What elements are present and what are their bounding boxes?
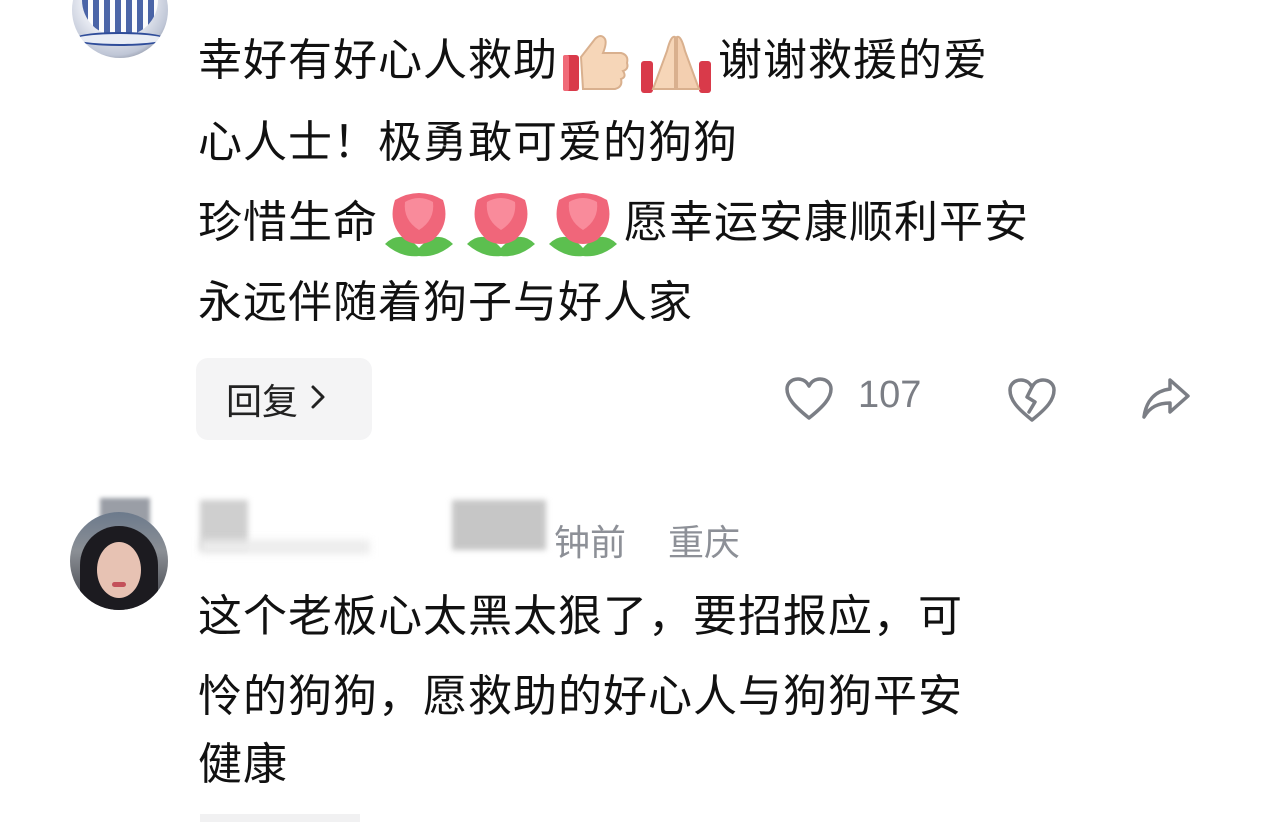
comment-text-line: 这个老板心太黑太狠了，要招报应，可 [198,591,963,642]
redacted-area [200,540,370,554]
comment-text-line: 怜的狗狗，愿救助的好心人与狗狗平安 [198,671,963,722]
comment-text-line: 永远伴随着狗子与好人家 [198,277,693,328]
comment-text-line: 珍惜生命 愿幸运安康顺利平安 [198,182,1029,264]
avatar[interactable] [72,0,168,58]
reply-button[interactable]: 回复 [196,358,372,440]
comment-location: 重庆 [668,523,741,564]
broken-heart-icon[interactable] [1006,376,1058,428]
share-arrow-icon[interactable] [1140,374,1192,426]
reply-button-partial[interactable] [200,814,360,822]
tulip-emoji [463,190,539,260]
comment-text-line: 健康 [198,739,288,790]
thumbs-up-emoji [561,31,631,95]
tulip-emoji [381,190,457,260]
praying-hands-emoji [637,31,715,95]
chevron-right-icon [308,382,328,416]
like-count: 107 [858,374,922,416]
comment-text-line: 心人士！极勇敢可爱的狗狗 [198,117,738,168]
comment-time: 钟前 [554,523,627,564]
reply-label: 回复 [226,382,299,423]
redacted-area [452,500,546,550]
heart-outline-icon[interactable] [784,376,834,426]
avatar[interactable] [70,512,168,610]
comment-feed: 幸好有好心人救助 谢谢救援的爱 心人士！极勇敢可爱的狗狗 珍惜生命 愿幸运安康顺… [0,0,1264,822]
comment-text-line: 幸好有好心人救助 谢谢救援的爱 [198,20,988,102]
tulip-emoji [545,190,621,260]
